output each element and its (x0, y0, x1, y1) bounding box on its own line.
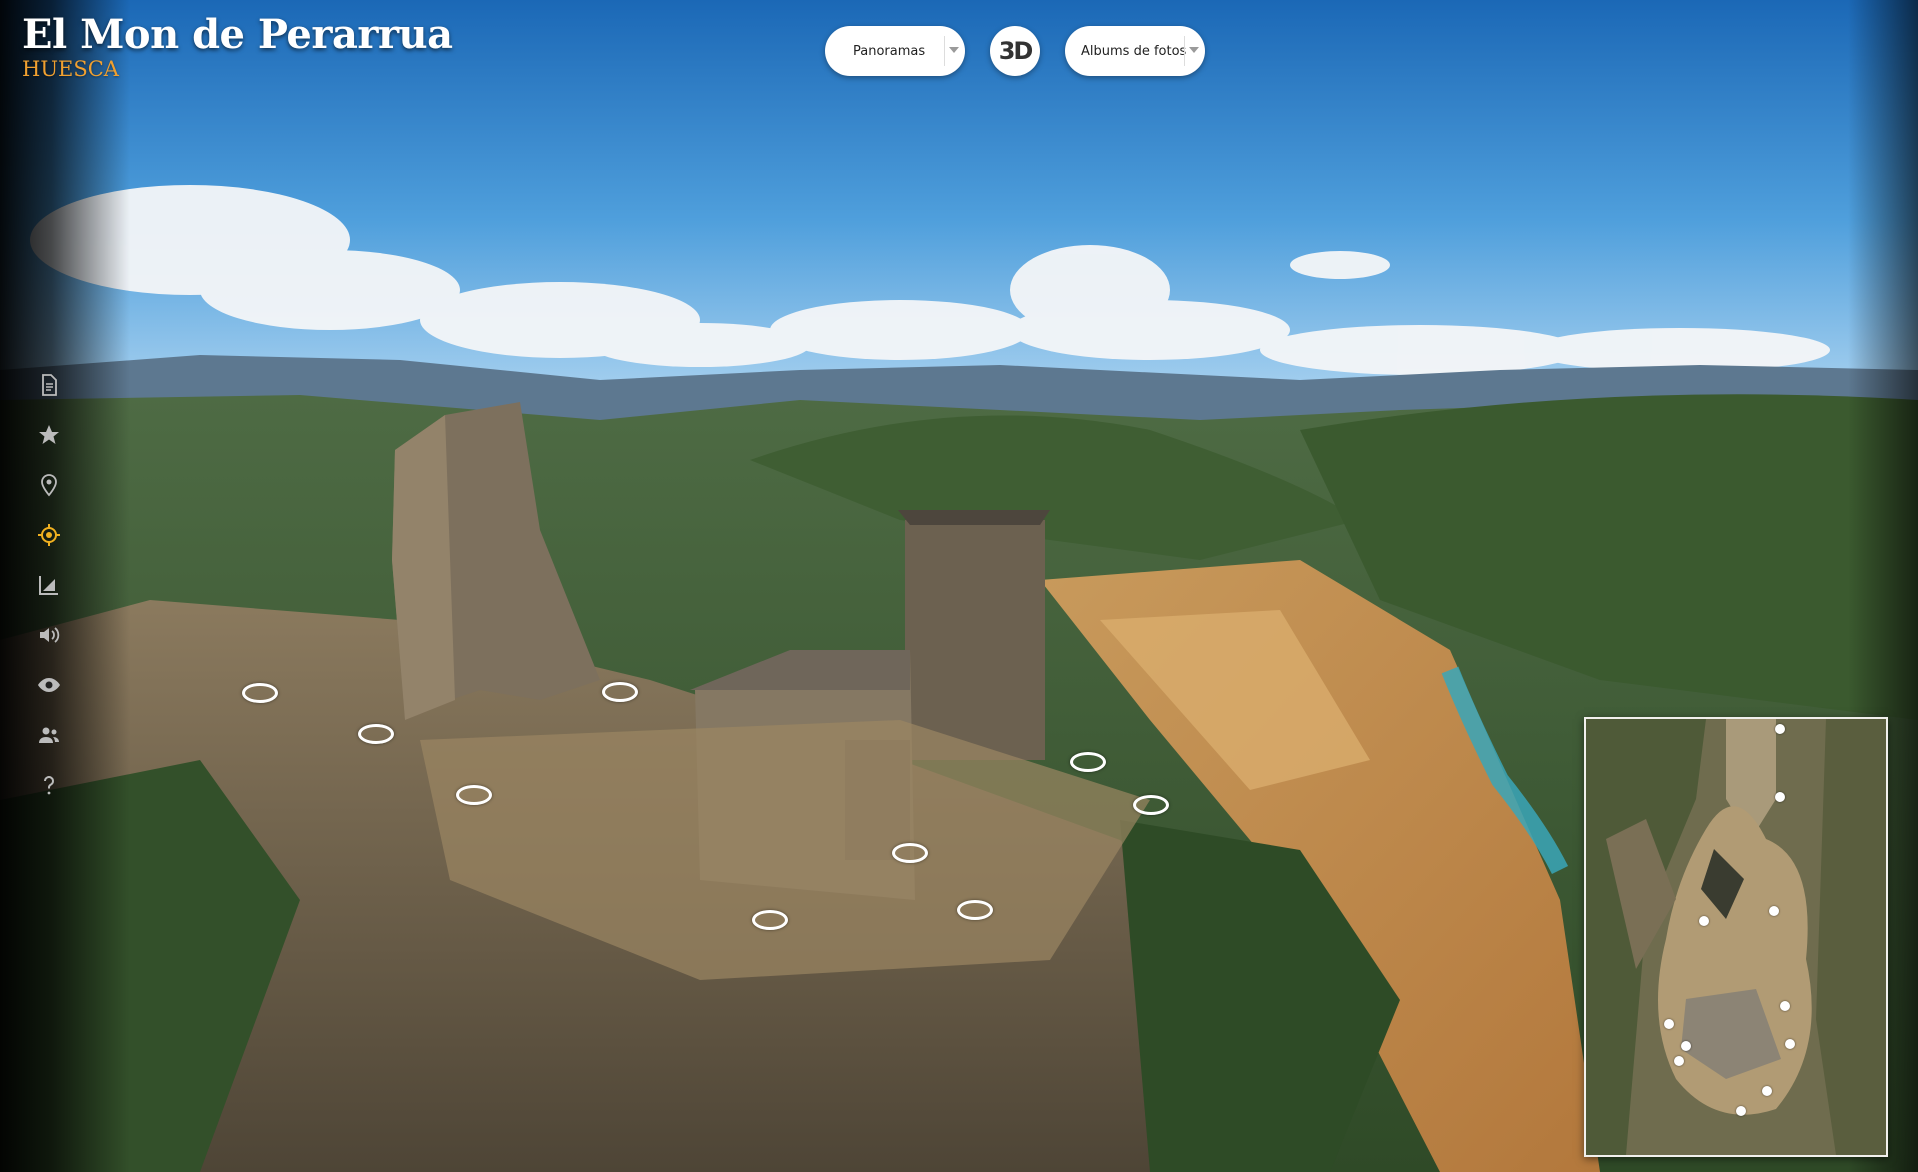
left-edge-shade (0, 0, 130, 1172)
panorama-viewer[interactable]: El Mon de Perarrua HUESCA Panoramas 3D A… (0, 0, 1918, 1172)
nav-hotspot[interactable] (456, 785, 492, 805)
volume-icon (40, 627, 60, 643)
sound-button[interactable] (34, 620, 64, 650)
nav-hotspot[interactable] (602, 682, 638, 702)
minimap-hotspot[interactable] (1664, 1019, 1674, 1029)
minimap-image (1586, 719, 1886, 1155)
floorplan-button[interactable] (34, 570, 64, 600)
left-toolbar (34, 370, 64, 820)
albums-label: Albums de fotos (1081, 43, 1187, 59)
nav-hotspot[interactable] (1070, 752, 1106, 772)
nav-hotspot[interactable] (1133, 795, 1169, 815)
chevron-down-icon (949, 47, 959, 53)
plan-icon (39, 576, 58, 595)
map-pin-icon (41, 474, 57, 497)
gyro-button[interactable] (34, 520, 64, 550)
favorites-button[interactable] (34, 420, 64, 450)
minimap-hotspot[interactable] (1785, 1039, 1795, 1049)
aerial-minimap[interactable] (1584, 717, 1888, 1157)
site-subtitle: HUESCA (22, 57, 119, 81)
hotspots-visibility-button[interactable] (34, 670, 64, 700)
panoramas-label: Panoramas (853, 43, 926, 59)
nav-hotspot[interactable] (892, 843, 928, 863)
minimap-hotspot[interactable] (1674, 1056, 1684, 1066)
minimap-hotspot[interactable] (1775, 724, 1785, 734)
nav-hotspot[interactable] (957, 900, 993, 920)
minimap-hotspot[interactable] (1736, 1106, 1746, 1116)
chevron-down-icon (1189, 47, 1199, 53)
credits-button[interactable] (34, 720, 64, 750)
title-block: El Mon de Perarrua HUESCA (22, 11, 453, 81)
help-icon (44, 776, 54, 795)
albums-dropdown[interactable]: Albums de fotos (1065, 26, 1205, 76)
minimap-hotspot[interactable] (1780, 1001, 1790, 1011)
star-icon (39, 425, 59, 444)
minimap-hotspot[interactable] (1699, 916, 1709, 926)
map-button[interactable] (34, 470, 64, 500)
dropdown-separator (1184, 36, 1185, 66)
document-icon (42, 374, 57, 396)
dropdown-separator (944, 36, 945, 66)
target-icon (38, 524, 60, 546)
people-icon (39, 727, 59, 743)
panoramas-dropdown[interactable]: Panoramas (825, 26, 965, 76)
site-title: El Mon de Perarrua (22, 11, 453, 58)
help-button[interactable] (34, 770, 64, 800)
info-document-button[interactable] (34, 370, 64, 400)
nav-hotspot[interactable] (242, 683, 278, 703)
minimap-hotspot[interactable] (1681, 1041, 1691, 1051)
3d-view-button[interactable]: 3D (990, 26, 1040, 76)
minimap-hotspot[interactable] (1775, 792, 1785, 802)
minimap-hotspot[interactable] (1762, 1086, 1772, 1096)
nav-hotspot[interactable] (752, 910, 788, 930)
nav-hotspot[interactable] (358, 724, 394, 744)
eye-icon (38, 678, 60, 692)
minimap-hotspot[interactable] (1769, 906, 1779, 916)
